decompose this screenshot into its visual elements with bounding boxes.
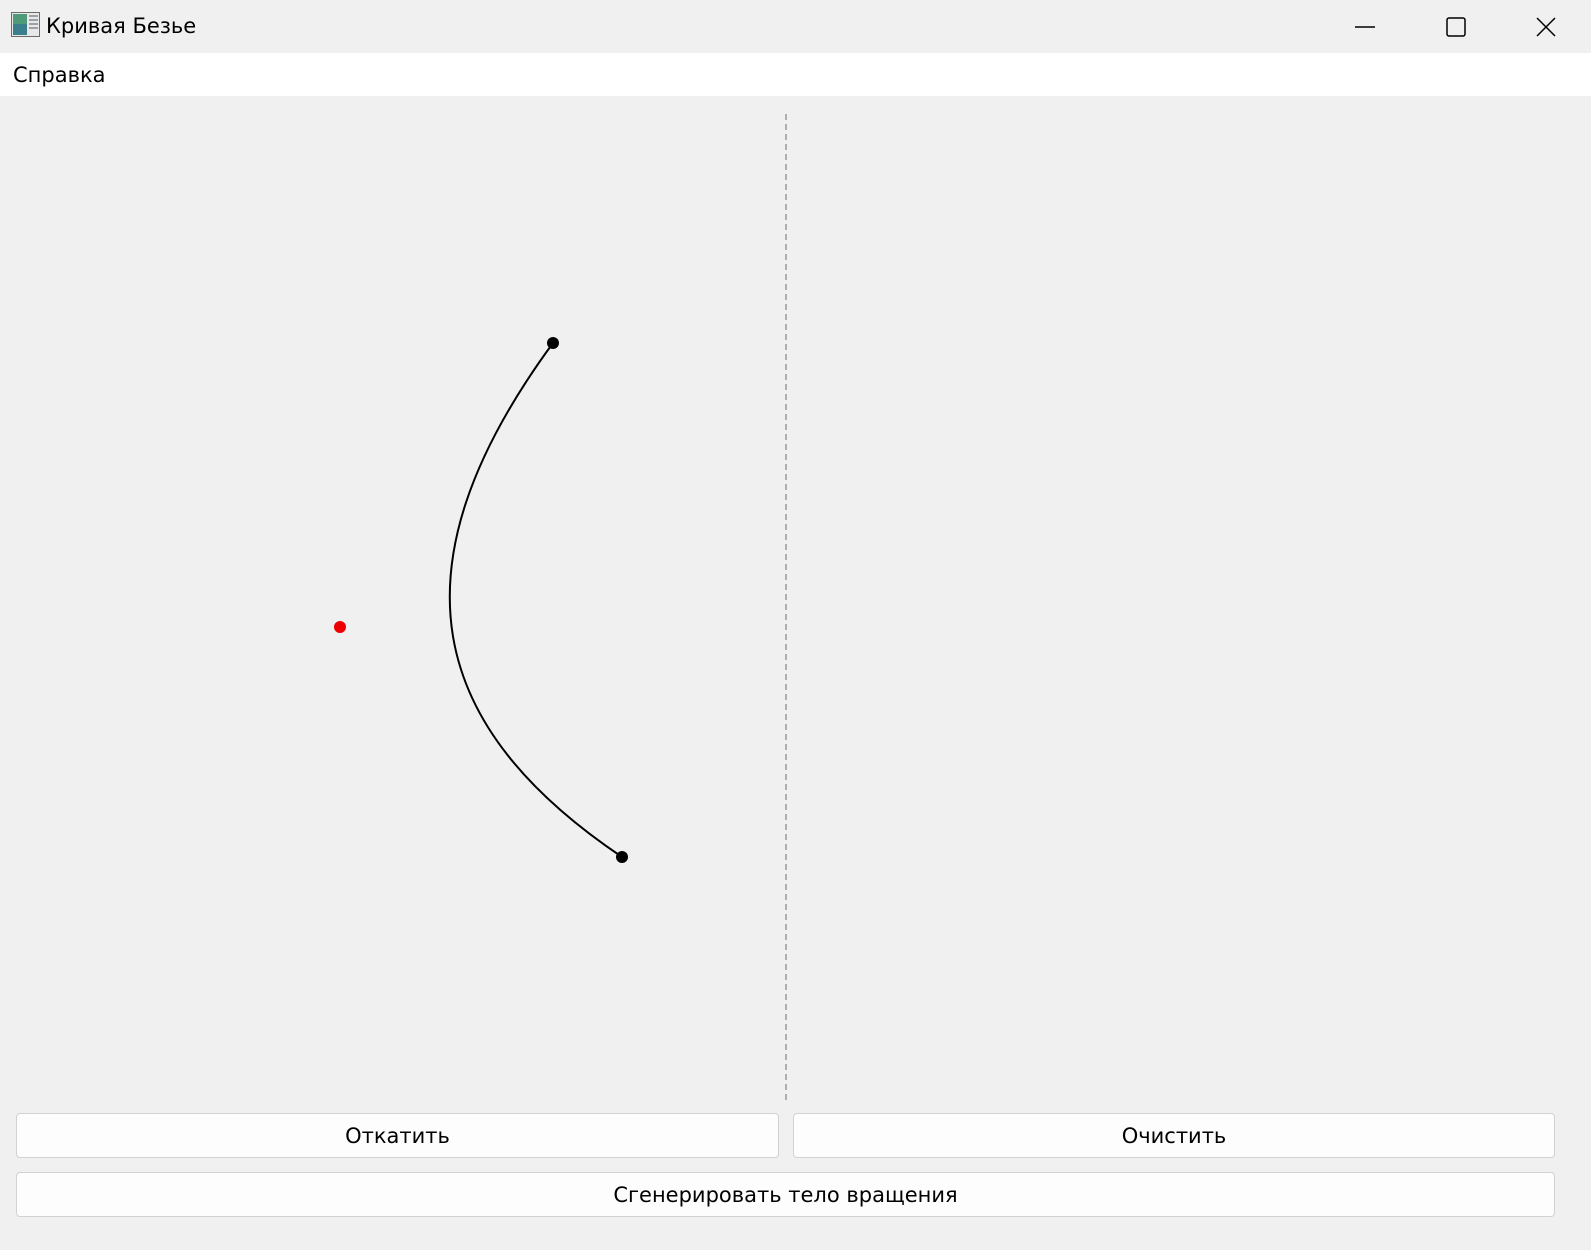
drawing-canvas[interactable] bbox=[0, 96, 1591, 1110]
curve-end-point[interactable] bbox=[616, 851, 628, 863]
maximize-icon bbox=[1446, 16, 1466, 37]
canvas-svg[interactable] bbox=[0, 96, 1591, 1110]
generate-button[interactable]: Сгенерировать тело вращения bbox=[16, 1172, 1555, 1217]
undo-button[interactable]: Откатить bbox=[16, 1113, 779, 1158]
menu-help[interactable]: Справка bbox=[13, 61, 106, 89]
control-point[interactable] bbox=[334, 621, 346, 633]
title-bar[interactable]: Кривая Безье bbox=[0, 0, 1591, 53]
menu-bar: Справка bbox=[0, 53, 1591, 96]
close-button[interactable] bbox=[1501, 0, 1591, 53]
minimize-icon bbox=[1355, 25, 1375, 28]
close-icon bbox=[1536, 16, 1556, 37]
maximize-button[interactable] bbox=[1411, 0, 1501, 53]
bezier-curve bbox=[448, 342, 623, 858]
clear-button[interactable]: Очистить bbox=[793, 1113, 1555, 1158]
app-window-icon bbox=[11, 12, 40, 37]
window-title: Кривая Безье bbox=[46, 14, 197, 38]
app-window: Кривая Безье Справка Откатить Очистить С… bbox=[0, 0, 1591, 1250]
curve-start-point[interactable] bbox=[547, 337, 559, 349]
minimize-button[interactable] bbox=[1320, 0, 1410, 53]
